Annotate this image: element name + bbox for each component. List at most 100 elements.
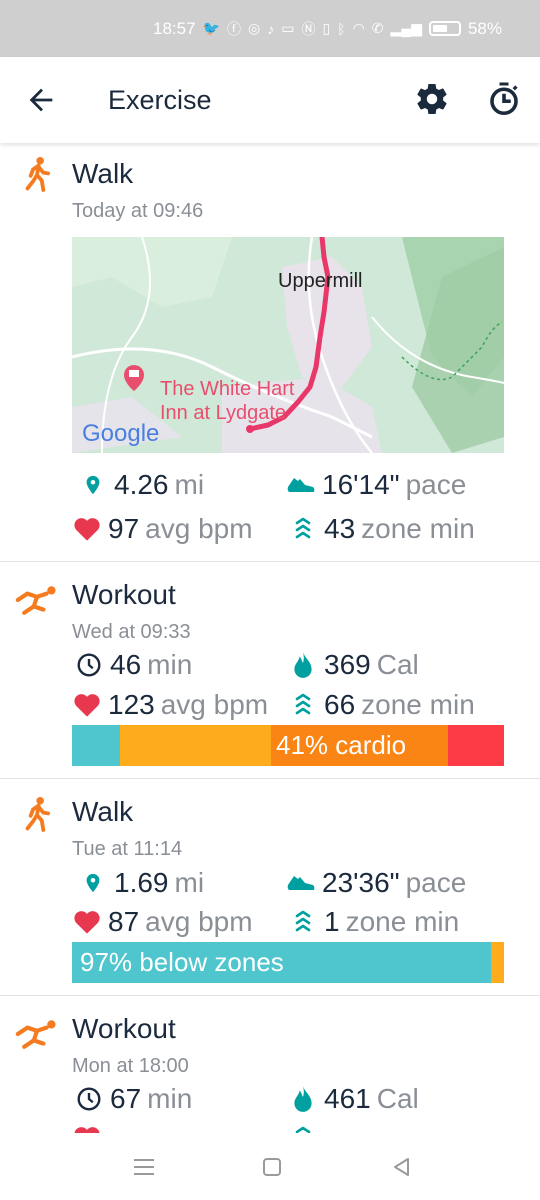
call-icon: ✆ — [371, 20, 384, 36]
flame-icon — [288, 650, 318, 680]
zone-bar-label: 41% cardio — [276, 730, 407, 760]
activity-card[interactable]: Walk Tue at 11:14 1.69 mi 23'36" pace 87… — [0, 779, 540, 996]
stat-distance: 1.69 mi — [78, 867, 204, 899]
stat-value: 4.26 — [114, 469, 169, 500]
shoe-icon — [286, 868, 316, 898]
stat-unit: pace — [405, 469, 467, 500]
location-pin-icon — [78, 470, 108, 500]
stat-value: 16'14" — [322, 469, 400, 500]
stat-value: 123 — [108, 689, 155, 720]
stat-unit: mi — [174, 469, 205, 500]
stat-value: 97 — [108, 513, 140, 544]
wifi-icon: ◠ — [352, 20, 365, 36]
stat-unit: min — [147, 1083, 193, 1114]
stat-unit: mi — [174, 867, 205, 898]
zone-chevrons-icon — [288, 690, 318, 720]
facebook-icon: ⓕ — [226, 20, 241, 37]
status-time: 18:57 — [153, 18, 196, 38]
workout-icon — [15, 586, 56, 615]
status-bar: 18:57 🐦 ⓕ ◎ ♪ ▭ Ⓝ ▯ ᛒ ◠ ✆ ▂▄▆ 58% — [0, 0, 540, 57]
stat-zone-minutes: 66 zone min — [288, 689, 475, 721]
map-poi-label-line2: Inn at Lydgate — [160, 402, 286, 424]
instagram-icon: ◎ — [247, 20, 261, 36]
stat-value: 1 — [324, 906, 340, 937]
stat-unit: pace — [405, 867, 467, 898]
gear-icon[interactable] — [414, 81, 450, 117]
battery-percent: 58% — [467, 18, 502, 38]
stat-unit: zone min — [361, 513, 475, 544]
activity-date: Today at 09:46 — [72, 200, 204, 222]
stat-value: 1.69 — [114, 867, 169, 898]
bluetooth-icon: ᛒ — [337, 20, 346, 37]
stat-duration: 46 min — [74, 649, 192, 681]
route-map[interactable]: Uppermill The White Hart Inn at Lydgate … — [72, 237, 504, 453]
zone-segment-peak — [447, 725, 504, 766]
activity-name: Workout — [72, 579, 176, 610]
activity-card[interactable]: Workout Mon at 18:00 67 min 461 Cal — [0, 996, 540, 1133]
stat-value: 23'36" — [322, 867, 400, 898]
news-icon: ▭ — [281, 20, 295, 36]
activity-date: Mon at 18:00 — [72, 1055, 189, 1077]
stat-zone-minutes: 43 zone min — [288, 513, 475, 545]
activity-card[interactable]: Workout Wed at 09:33 46 min 369 Cal 123 … — [0, 562, 540, 779]
activity-name: Workout — [72, 1013, 176, 1044]
activity-date: Tue at 11:14 — [72, 838, 183, 860]
zone-segment-fat-burn — [491, 942, 504, 983]
map-attribution: Google — [82, 420, 159, 447]
recents-icon[interactable] — [133, 1157, 155, 1177]
tiktok-icon: ♪ — [267, 20, 275, 37]
stat-value: 67 — [110, 1083, 142, 1114]
activity-name: Walk — [72, 796, 134, 827]
stat-pace: 16'14" pace — [286, 469, 466, 501]
stat-zone-minutes: 1 zone min — [288, 906, 459, 938]
location-pin-icon — [78, 868, 108, 898]
stat-unit: Cal — [376, 649, 419, 680]
walk-icon — [25, 156, 50, 192]
stat-value: 461 — [324, 1083, 371, 1114]
system-nav-bar — [0, 1133, 540, 1200]
workout-icon — [15, 1020, 56, 1049]
activity-name: Walk — [72, 158, 134, 189]
shoe-icon — [286, 470, 316, 500]
stat-unit: avg bpm — [145, 906, 253, 937]
stat-value: 43 — [324, 513, 356, 544]
stat-distance: 4.26 mi — [78, 469, 204, 501]
zone-chevrons-icon — [288, 907, 318, 937]
stat-unit: avg bpm — [145, 513, 253, 544]
app-bar: Exercise — [0, 57, 540, 143]
clock-icon — [74, 650, 104, 680]
stat-value: 66 — [324, 689, 356, 720]
nfc-icon: Ⓝ — [301, 20, 316, 37]
page-title: Exercise — [108, 85, 212, 115]
stat-value: 369 — [324, 649, 371, 680]
stat-heart-rate: 97 avg bpm — [72, 513, 253, 545]
activity-list[interactable]: Walk Today at 09:46 Uppermill The White … — [0, 143, 540, 1133]
stat-heart-rate: 87 avg bpm — [72, 906, 253, 938]
map-place-label: Uppermill — [278, 270, 362, 292]
flame-icon — [288, 1084, 318, 1114]
clock-icon — [74, 1084, 104, 1114]
zone-chevrons-icon — [288, 1123, 318, 1133]
back-triangle-icon[interactable] — [392, 1157, 412, 1177]
zone-segment-fat-burn — [119, 725, 271, 766]
activity-card[interactable]: Walk Today at 09:46 Uppermill The White … — [0, 143, 540, 562]
stat-calories: 461 Cal — [288, 1083, 419, 1115]
zone-segment-below — [72, 725, 120, 766]
arrow-left-icon[interactable] — [24, 83, 58, 117]
heart-icon — [72, 690, 102, 720]
stat-heart-rate: 123 avg bpm — [72, 689, 268, 721]
stat-calories: 369 Cal — [288, 649, 419, 681]
heart-icon — [72, 1123, 102, 1133]
stopwatch-icon[interactable] — [486, 81, 522, 117]
stat-unit: min — [147, 649, 193, 680]
home-icon[interactable] — [262, 1157, 282, 1177]
stat-value: 87 — [108, 906, 140, 937]
vibrate-icon: ▯ — [322, 20, 331, 36]
heart-icon — [72, 514, 102, 544]
walk-icon — [25, 796, 50, 832]
activity-date: Wed at 09:33 — [72, 621, 191, 643]
twitter-icon: 🐦 — [202, 20, 220, 36]
stat-unit: avg bpm — [160, 689, 269, 720]
battery-icon — [428, 21, 461, 36]
stat-unit: zone min — [345, 906, 460, 937]
